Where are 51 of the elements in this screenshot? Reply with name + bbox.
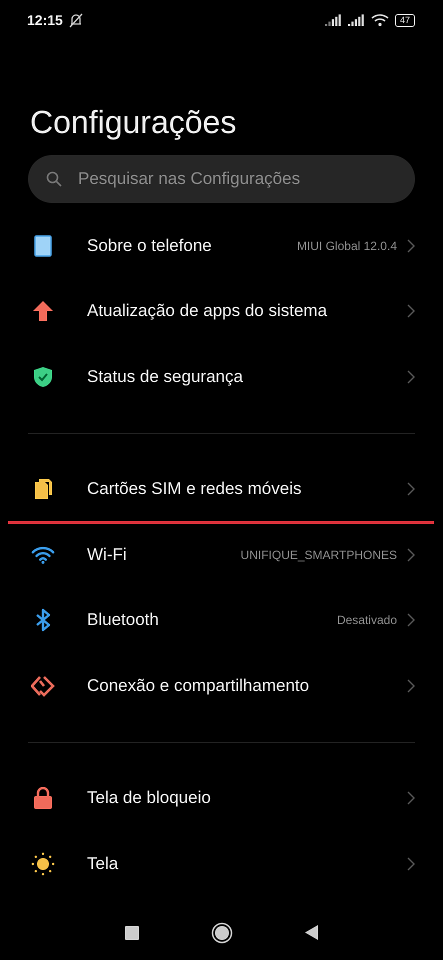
page-title: Configurações [30,104,238,141]
signal-icon [324,14,342,26]
back-button[interactable] [305,925,318,940]
settings-row[interactable]: Cartões SIM e redes móveis [0,456,443,522]
row-label: Wi-Fi [87,544,128,565]
sun-icon [31,850,55,877]
search-field[interactable]: Pesquisar nas Configurações [28,155,415,203]
bell-off-icon [68,12,83,28]
settings-row[interactable]: Status de segurança [0,344,443,410]
settings-row[interactable]: Conexão e compartilhamento [0,653,443,718]
phone-icon [34,234,52,257]
settings-row[interactable]: Tela de bloqueio [0,766,443,831]
row-label: Bluetooth [87,610,160,630]
row-label: Cartões SIM e redes móveis [87,479,302,500]
home-button[interactable] [211,922,233,944]
settings-row[interactable]: Sobre o telefone MIUI Global 12.0.4 [0,213,443,278]
recent-apps-button[interactable] [125,926,139,940]
shield-check-icon [33,366,53,388]
wifi-icon [370,14,389,26]
row-value: Desativado [336,613,397,628]
arrow-up-icon [32,300,54,322]
bluetooth-icon [34,608,52,632]
chevron-right-icon [407,482,415,496]
row-label: Tela [87,854,120,874]
row-value: UNIFIQUE_SMARTPHONES [240,548,397,562]
status-time: 12:15 [27,12,63,28]
row-label: Tela de bloqueio [87,788,212,808]
sim-cards-icon [33,478,53,500]
connection-icon [31,674,55,697]
chevron-right-icon [407,370,415,384]
search-icon [46,171,62,187]
settings-row[interactable]: Bluetooth Desativado [0,588,443,653]
chevron-right-icon [407,548,415,562]
signal-icon [348,14,365,26]
row-label: Conexão e compartilhamento [87,676,310,696]
chevron-right-icon [407,238,415,253]
settings-row[interactable]: Tela [0,831,443,896]
chevron-right-icon [407,678,415,693]
settings-row[interactable]: Wi-Fi UNIFIQUE_SMARTPHONES [0,522,443,588]
wifi-icon [31,544,55,565]
row-value: MIUI Global 12.0.4 [296,238,397,253]
row-label: Status de segurança [87,366,244,387]
chevron-right-icon [407,856,415,871]
battery-icon: 47 [394,14,415,26]
padlock-icon [33,787,53,810]
chevron-right-icon [407,791,415,806]
chevron-right-icon [407,304,415,318]
row-label: Sobre o telefone [87,236,213,256]
chevron-right-icon [407,613,415,628]
settings-row[interactable]: Atualização de apps do sistema [0,278,443,344]
row-label: Atualização de apps do sistema [87,301,328,322]
